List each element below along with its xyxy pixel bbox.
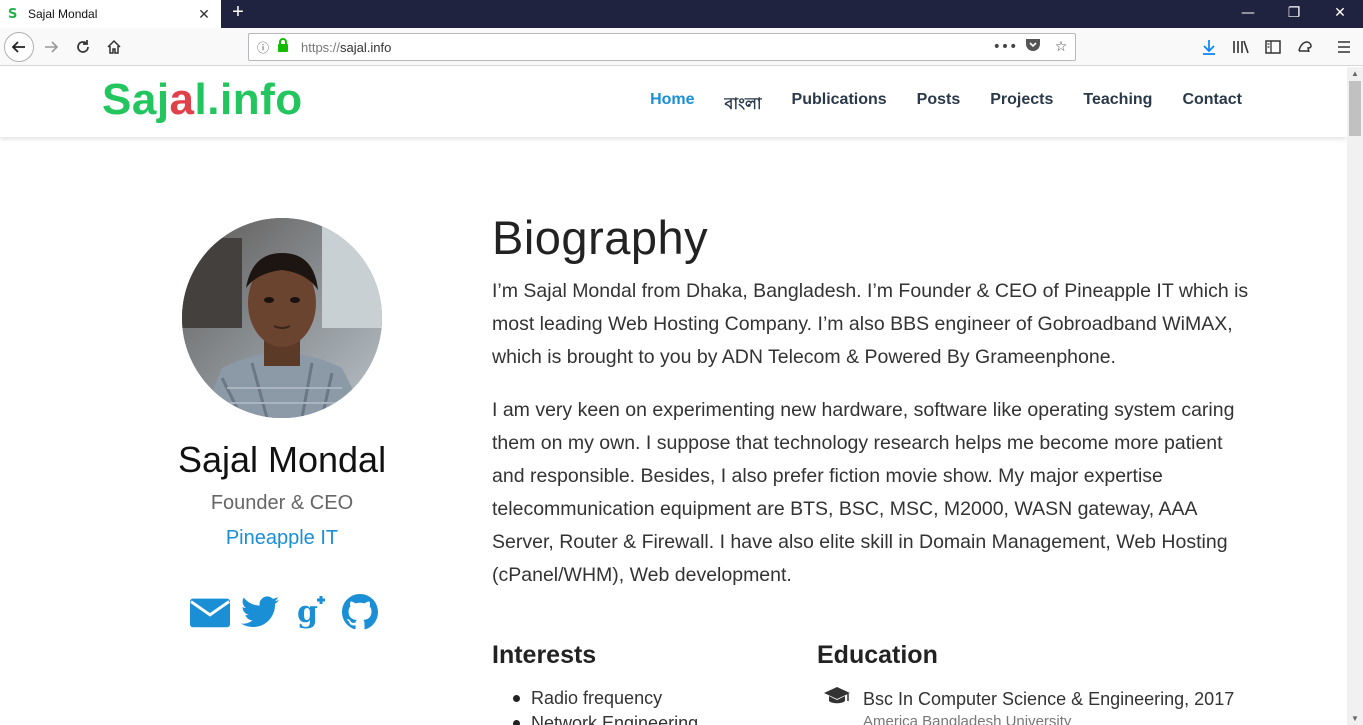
library-icon — [1233, 40, 1249, 54]
twitter-icon[interactable] — [240, 594, 280, 630]
lock-icon[interactable] — [277, 37, 293, 57]
nav-bangla[interactable]: বাংলা — [725, 91, 762, 118]
site-navbar: Sajal.info Home বাংলা Publications Posts… — [0, 67, 1347, 137]
tab-strip: S Sajal Mondal ✕ + — ❐ ✕ — [0, 0, 1363, 28]
close-window-icon[interactable]: ✕ — [1317, 0, 1363, 28]
logo-text-end: l.info — [194, 75, 303, 124]
interest-label: Radio frequency — [531, 688, 663, 708]
reload-button[interactable] — [68, 32, 98, 62]
github-icon[interactable] — [340, 594, 380, 630]
nav-home[interactable]: Home — [650, 91, 694, 118]
education-item: Bsc In Computer Science & Engineering, 2… — [823, 686, 1234, 711]
download-icon — [1203, 40, 1215, 55]
sidebar-icon — [1265, 40, 1281, 54]
nav-projects[interactable]: Projects — [990, 91, 1053, 118]
page-scrollbar[interactable]: ▲ ▼ — [1347, 67, 1363, 725]
extension-icon — [1298, 41, 1312, 53]
bullet-icon — [513, 720, 520, 725]
education-list: Bsc In Computer Science & Engineering, 2… — [823, 686, 1234, 725]
bullet-icon — [513, 695, 520, 702]
forward-arrow-icon — [45, 41, 59, 53]
nav-teaching[interactable]: Teaching — [1083, 91, 1152, 118]
url-protocol: https:// — [301, 39, 341, 55]
list-item: Radio frequency — [513, 686, 698, 711]
scroll-up-icon[interactable]: ▲ — [1351, 69, 1359, 78]
education-degree: Bsc In Computer Science & Engineering, 2… — [863, 688, 1235, 709]
new-tab-icon[interactable]: + — [228, 2, 248, 24]
url-host: sajal.info — [340, 39, 392, 55]
profile-avatar — [182, 218, 382, 418]
main-nav: Home বাংলা Publications Posts Projects T… — [650, 91, 1242, 118]
back-button[interactable] — [4, 32, 34, 62]
scrollbar-thumb[interactable] — [1349, 81, 1361, 136]
reload-icon — [77, 40, 89, 53]
hamburger-menu-icon — [1338, 41, 1350, 53]
library-button[interactable] — [1226, 32, 1256, 62]
extension-button[interactable] — [1290, 32, 1320, 62]
site-favicon-icon: S — [8, 6, 18, 22]
pocket-icon[interactable] — [1019, 38, 1047, 56]
google-plus-icon[interactable]: g — [290, 594, 330, 630]
education-heading: Education — [817, 641, 938, 669]
browser-tab[interactable]: S Sajal Mondal ✕ — [0, 0, 221, 28]
tab-title: Sajal Mondal — [28, 7, 98, 21]
nav-publications[interactable]: Publications — [792, 91, 887, 118]
biography-paragraph: I’m Sajal Mondal from Dhaka, Bangladesh.… — [492, 280, 1249, 368]
info-icon[interactable]: ⓘ — [257, 39, 273, 56]
nav-contact[interactable]: Contact — [1182, 91, 1242, 118]
interests-list: Radio frequency Network Engineering — [513, 686, 698, 725]
home-icon — [107, 39, 121, 54]
svg-text:g: g — [297, 595, 318, 630]
interests-heading: Interests — [492, 641, 597, 669]
navigation-toolbar: ⓘ https://sajal.info ••• ☆ — [0, 28, 1363, 66]
interest-label: Network Engineering — [531, 713, 699, 725]
home-button[interactable] — [99, 32, 129, 62]
menu-button[interactable] — [1329, 32, 1359, 62]
profile-organization-link[interactable]: Pineapple IT — [82, 527, 482, 550]
downloads-button[interactable] — [1194, 32, 1224, 62]
restore-icon[interactable]: ❐ — [1271, 0, 1317, 28]
profile-role: Founder & CEO — [210, 492, 354, 514]
back-arrow-icon — [11, 41, 25, 53]
forward-button[interactable] — [36, 32, 66, 62]
minimize-icon[interactable]: — — [1225, 0, 1271, 28]
biography-text: I’m Sajal Mondal from Dhaka, Bangladesh.… — [492, 275, 1252, 612]
biography-paragraph: I am very keen on experimenting new hard… — [492, 399, 1235, 586]
url-text[interactable]: https://sajal.info — [301, 40, 991, 55]
close-tab-icon[interactable]: ✕ — [195, 6, 213, 23]
address-bar[interactable]: ⓘ https://sajal.info ••• ☆ — [248, 33, 1076, 61]
sidebar-button[interactable] — [1258, 32, 1288, 62]
graduation-cap-icon — [823, 686, 863, 711]
page-actions-icon[interactable]: ••• — [991, 39, 1019, 55]
scroll-down-icon[interactable]: ▼ — [1351, 714, 1359, 723]
envelope-icon[interactable] — [190, 594, 230, 630]
biography-heading: Biography — [492, 211, 709, 264]
nav-posts[interactable]: Posts — [917, 91, 961, 118]
web-page: Sajal.info Home বাংলা Publications Posts… — [0, 67, 1347, 725]
profile-name: Sajal Mondal — [177, 439, 387, 480]
logo-text-start: Saj — [102, 75, 170, 124]
list-item: Network Engineering — [513, 711, 698, 725]
social-links: g — [190, 594, 380, 630]
site-logo[interactable]: Sajal.info — [102, 75, 303, 125]
education-school: America Bangladesh University — [863, 713, 1072, 725]
logo-text-accent: a — [169, 75, 195, 124]
bookmark-star-icon[interactable]: ☆ — [1047, 39, 1075, 55]
